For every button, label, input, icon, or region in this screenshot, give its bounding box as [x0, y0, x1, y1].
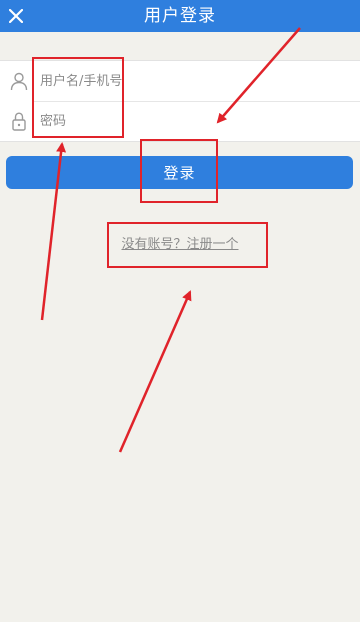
annotation-arrows	[40, 27, 301, 453]
annotation-arrow	[216, 27, 301, 124]
annotation-arrow	[118, 290, 192, 453]
annotation-arrow	[40, 142, 67, 321]
